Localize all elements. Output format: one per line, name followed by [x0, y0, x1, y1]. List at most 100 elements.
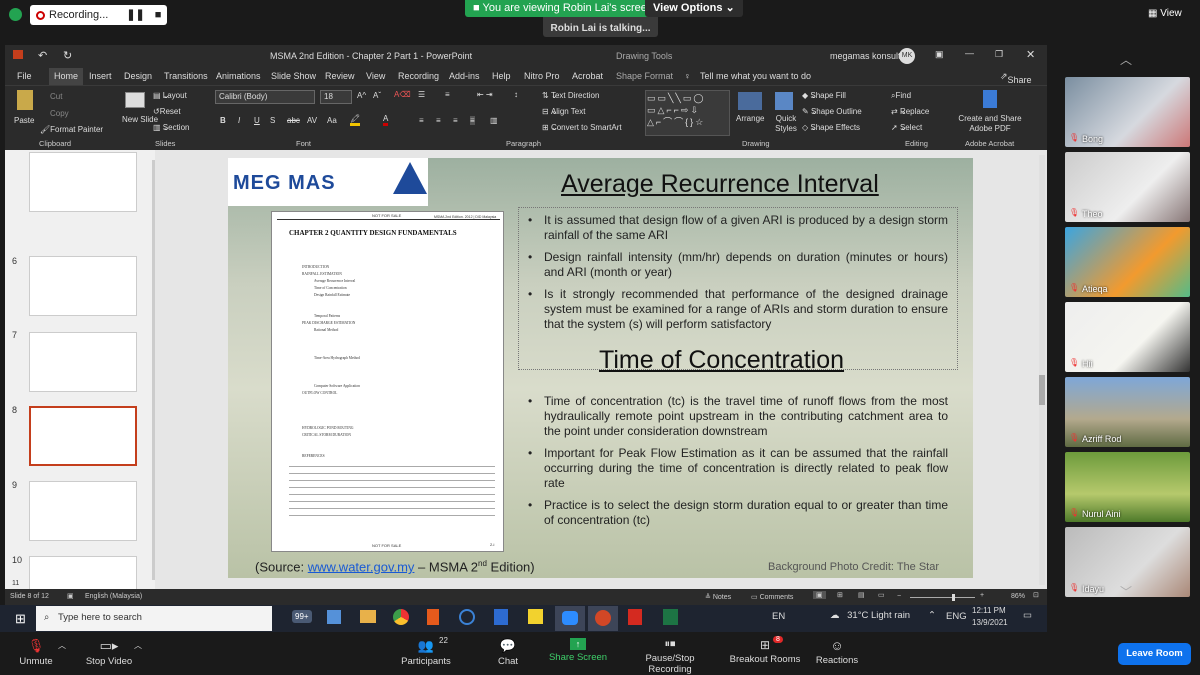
paste-icon[interactable] — [17, 90, 33, 110]
reading-view-icon[interactable]: ▤ — [858, 591, 865, 599]
bullets-icon[interactable]: ☰ — [418, 90, 425, 99]
participant-tile[interactable]: 🎙 Atieqa — [1065, 227, 1190, 297]
participants-button[interactable]: 👥 22 Participants — [381, 636, 471, 667]
align-text-button[interactable]: ⊟ Align Text ⌄ — [542, 107, 585, 116]
tab-shape-format[interactable]: Shape Format — [616, 71, 673, 81]
source-link[interactable]: www.water.gov.my — [308, 559, 415, 574]
create-share-pdf-button[interactable]: Create and Share Adobe PDF — [955, 114, 1025, 134]
tab-animations[interactable]: Animations — [216, 71, 261, 81]
weather-widget[interactable]: ☁ 31°C Light rain — [830, 610, 910, 621]
fit-slide-icon[interactable]: ⊡ — [1033, 591, 1039, 599]
layout-button[interactable]: ▤ Layout ⌄ — [153, 91, 187, 100]
clock-time[interactable]: 12:11 PM — [972, 606, 1006, 615]
sticky-notes-icon[interactable] — [528, 609, 543, 624]
tab-design[interactable]: Design — [124, 71, 152, 81]
slide-sorter-icon[interactable]: ⊞ — [837, 591, 843, 599]
pause-stop-recording-button[interactable]: ⏸⏹ Pause/Stop Recording — [625, 638, 715, 675]
quick-styles-icon[interactable] — [775, 92, 793, 110]
reset-button[interactable]: ↺ Reset — [153, 107, 181, 116]
powerpoint-taskbar-icon[interactable] — [588, 606, 618, 631]
italic-icon[interactable]: I — [238, 116, 240, 125]
redo-icon[interactable]: ↻ — [63, 49, 72, 62]
participant-tile[interactable]: 🎙 Nurul Aini — [1065, 452, 1190, 522]
tab-recording[interactable]: Recording — [398, 71, 439, 81]
shape-effects-button[interactable]: ◇ Shape Effects ⌄ — [802, 123, 860, 132]
char-spacing-icon[interactable]: AV — [307, 116, 317, 125]
office-icon[interactable] — [427, 609, 439, 625]
quick-styles-button[interactable]: Quick Styles — [769, 114, 803, 134]
tab-file[interactable]: File — [17, 71, 32, 81]
windows-start-icon[interactable]: ⊞ — [15, 611, 26, 627]
zoom-in-icon[interactable]: + — [980, 592, 984, 599]
accessibility-icon[interactable]: ▣ — [67, 592, 74, 600]
participant-tile[interactable]: 🎙 Azriff Rod — [1065, 377, 1190, 447]
scroll-down-icon[interactable]: ﹀ — [1120, 583, 1132, 600]
shield-icon[interactable] — [9, 8, 22, 21]
strikethrough-icon[interactable]: abc — [287, 116, 300, 125]
cut-button[interactable]: Cut — [50, 92, 62, 101]
slide-thumbnail[interactable] — [29, 332, 137, 392]
adobe-pdf-icon[interactable] — [983, 90, 997, 108]
view-options-button[interactable]: View Options ⌄ — [645, 0, 743, 17]
font-name-select[interactable]: Calibri (Body) — [215, 90, 315, 104]
slideshow-icon[interactable]: ▭ — [878, 591, 885, 599]
tab-review[interactable]: Review — [325, 71, 355, 81]
share-screen-button[interactable]: ↑ Share Screen — [533, 638, 623, 663]
slide-thumbnail[interactable] — [29, 152, 137, 212]
undo-icon[interactable]: ↶ — [38, 49, 47, 62]
tab-acrobat[interactable]: Acrobat — [572, 71, 603, 81]
acrobat-icon[interactable] — [628, 609, 642, 625]
tab-home[interactable]: Home — [49, 68, 84, 85]
restore-icon[interactable]: ❐ — [995, 49, 1003, 60]
keyboard-language[interactable]: ENG — [946, 611, 967, 622]
zoom-taskbar-icon[interactable] — [555, 606, 585, 631]
input-language[interactable]: EN — [772, 611, 785, 622]
align-left-icon[interactable]: ≡ — [419, 116, 424, 125]
excel-icon[interactable] — [663, 609, 678, 625]
align-right-icon[interactable]: ≡ — [453, 116, 458, 125]
current-slide[interactable]: MEG MAS NOT FOR SALE MSMA 2nd Edition. 2… — [228, 158, 973, 578]
avatar[interactable]: MK — [899, 48, 915, 64]
shapes-gallery[interactable]: ▭▭╲╲▭◯ ▭△⌐⌐⇨⇩ △⌐⌒⌒{}☆ — [645, 90, 730, 136]
task-view-icon[interactable]: 99+ — [292, 610, 312, 623]
zoom-level[interactable]: 86% — [1011, 593, 1025, 600]
participant-tile[interactable]: 🎙 Hii — [1065, 302, 1190, 372]
section-button[interactable]: ▥ Section ⌄ — [153, 123, 189, 132]
zoom-out-icon[interactable]: − — [897, 593, 901, 600]
shape-outline-button[interactable]: ✎ Shape Outline ⌄ — [802, 107, 862, 116]
view-button[interactable]: ▦ View — [1148, 8, 1182, 19]
align-center-icon[interactable]: ≡ — [436, 116, 441, 125]
decrease-font-icon[interactable]: Aˇ — [373, 91, 381, 100]
security-icon[interactable] — [494, 609, 508, 625]
copy-button[interactable]: Copy — [50, 109, 69, 118]
new-slide-icon[interactable] — [125, 92, 145, 108]
tab-nitro-pro[interactable]: Nitro Pro — [524, 71, 560, 81]
slide-thumbnail[interactable] — [29, 256, 137, 316]
smartart-button[interactable]: ⊞ Convert to SmartArt ⌄ — [542, 123, 622, 132]
slide-thumbnail[interactable] — [29, 481, 137, 541]
scroll-up-icon[interactable]: ︿ — [1120, 51, 1132, 68]
indent-icon[interactable]: ⇤ ⇥ — [477, 90, 493, 99]
notification-icon[interactable]: ▭ — [1023, 610, 1032, 621]
zoom-slider[interactable] — [910, 594, 975, 601]
arrange-icon[interactable] — [738, 92, 762, 110]
font-size-select[interactable]: 18 — [320, 90, 352, 104]
splitter[interactable] — [1047, 45, 1065, 605]
photos-app-icon[interactable] — [327, 610, 341, 624]
tab-add-ins[interactable]: Add-ins — [449, 71, 480, 81]
bold-icon[interactable]: B — [220, 116, 226, 125]
close-icon[interactable]: ✕ — [1026, 48, 1035, 61]
file-explorer-icon[interactable] — [360, 610, 376, 623]
recording-indicator[interactable]: Recording... ❚❚ ■ — [30, 5, 168, 25]
tab-insert[interactable]: Insert — [89, 71, 112, 81]
clear-formatting-icon[interactable]: A⌫ — [394, 90, 411, 99]
reactions-button[interactable]: ☺ Reactions — [792, 638, 882, 666]
leave-room-button[interactable]: Leave Room — [1118, 643, 1191, 665]
line-spacing-icon[interactable]: ↕ — [514, 90, 518, 99]
minimize-icon[interactable]: — — [965, 48, 974, 58]
app-c-icon[interactable] — [459, 609, 475, 625]
columns-icon[interactable]: ▥ — [490, 116, 498, 125]
find-button[interactable]: ⌕ Find — [891, 91, 911, 101]
shape-fill-button[interactable]: ◆ Shape Fill ⌄ — [802, 91, 846, 100]
tell-me-search[interactable]: Tell me what you want to do — [700, 71, 811, 81]
